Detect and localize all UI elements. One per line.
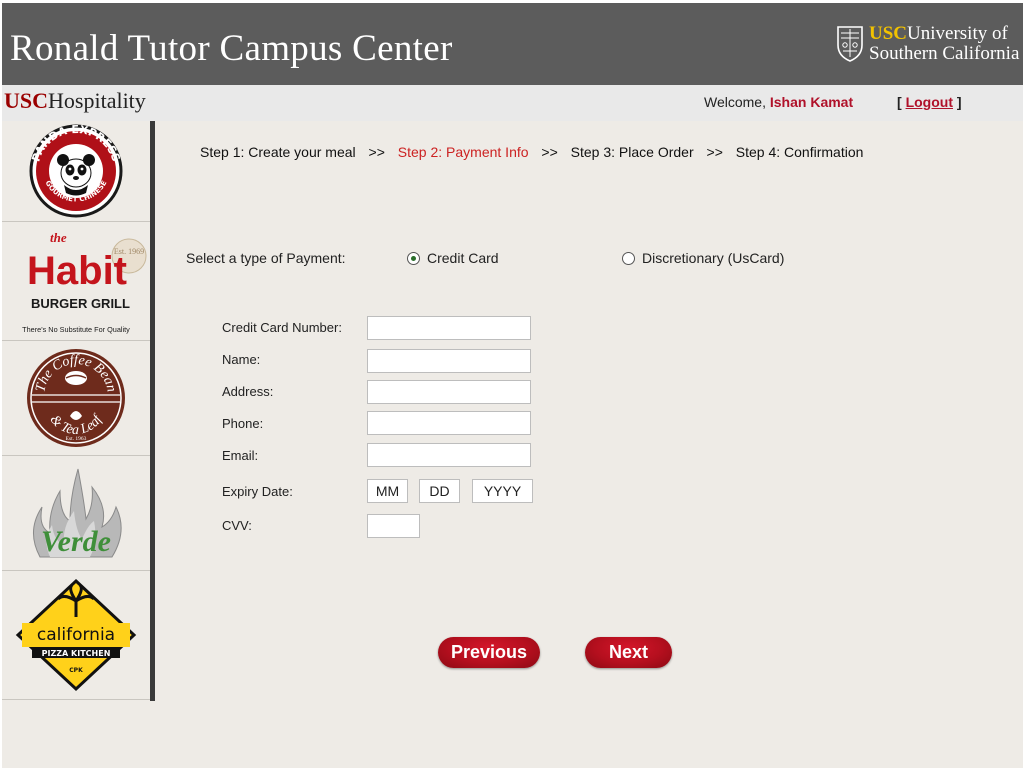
step-1: Step 1: Create your meal	[200, 144, 356, 160]
address-label: Address:	[222, 384, 274, 399]
coffee-bean-logo: The Coffee Bean & Tea Leaf Est. 1963	[27, 349, 125, 447]
address-input[interactable]	[367, 380, 531, 404]
svg-text:the: the	[50, 230, 67, 245]
previous-button[interactable]: Previous	[438, 637, 540, 668]
radio-checked-icon	[407, 251, 420, 265]
page-title: Ronald Tutor Campus Center	[10, 28, 453, 69]
sidebar-item-coffee-bean[interactable]: The Coffee Bean & Tea Leaf Est. 1963	[2, 341, 150, 456]
cpk-logo: california PIZZA KITCHEN CPK	[15, 578, 137, 692]
phone-label: Phone:	[222, 416, 264, 431]
name-label: Name:	[222, 352, 261, 367]
usc-logo: USCUniversity of Southern California	[835, 23, 1019, 67]
name-input[interactable]	[367, 349, 531, 373]
cvv-input[interactable]	[367, 514, 420, 538]
svg-text:There's No Substitute For Qual: There's No Substitute For Quality	[22, 325, 130, 334]
next-button[interactable]: Next	[585, 637, 672, 668]
email-label: Email:	[222, 448, 259, 463]
email-input[interactable]	[367, 443, 531, 467]
app-frame: Ronald Tutor Campus Center USCUniversity…	[2, 3, 1023, 768]
expiry-year-input[interactable]	[472, 479, 533, 503]
svg-text:PIZZA KITCHEN: PIZZA KITCHEN	[42, 649, 111, 658]
panda-express-logo: PANDA EXPRESS GOURMET CHINESE	[29, 123, 123, 218]
svg-text:Habit: Habit	[27, 249, 127, 293]
usc-hospitality-logo: USCHospitality	[4, 88, 146, 113]
payment-type-label: Select a type of Payment:	[186, 250, 346, 266]
svg-text:Est. 1963: Est. 1963	[66, 436, 87, 442]
logout-link[interactable]: Logout	[906, 94, 953, 110]
svg-text:Verde: Verde	[41, 525, 111, 558]
step-4: Step 4: Confirmation	[735, 144, 864, 160]
step-separator: >>	[368, 144, 385, 160]
expiry-date-label: Expiry Date:	[222, 484, 293, 499]
step-separator: >>	[706, 144, 723, 160]
expiry-day-input[interactable]	[419, 479, 460, 503]
header: Ronald Tutor Campus Center USCUniversity…	[2, 3, 1023, 85]
svg-text:BURGER GRILL: BURGER GRILL	[31, 296, 130, 311]
sub-bar: USCHospitality Welcome, Ishan Kamat [ Lo…	[2, 85, 1023, 121]
radio-discretionary[interactable]: Discretionary (UsCard)	[622, 250, 784, 266]
radio-credit-card[interactable]: Credit Card	[407, 250, 499, 266]
usc-seal-icon	[837, 26, 863, 62]
radio-unchecked-icon	[622, 251, 635, 265]
usc-logo-line1: USCUniversity of	[869, 23, 1008, 44]
restaurant-sidebar: PANDA EXPRESS GOURMET CHINESE Est. 1969 …	[2, 121, 155, 701]
usc-logo-line2: Southern California	[869, 43, 1020, 64]
svg-text:CPK: CPK	[69, 667, 83, 674]
logout-wrapper: [ Logout ]	[897, 94, 962, 110]
step-separator: >>	[541, 144, 558, 160]
welcome-message: Welcome, Ishan Kamat	[704, 94, 854, 110]
user-name: Ishan Kamat	[769, 94, 854, 110]
card-number-label: Credit Card Number:	[222, 320, 342, 335]
sidebar-item-verde[interactable]: Verde	[2, 456, 150, 571]
svg-text:california: california	[37, 625, 115, 645]
verde-logo: Verde	[33, 468, 122, 558]
step-2-active: Step 2: Payment Info	[397, 144, 529, 160]
expiry-month-input[interactable]	[367, 479, 408, 503]
step-breadcrumb: Step 1: Create your meal >> Step 2: Paym…	[200, 144, 872, 160]
sidebar-item-cpk[interactable]: california PIZZA KITCHEN CPK	[2, 571, 150, 700]
phone-input[interactable]	[367, 411, 531, 435]
card-number-input[interactable]	[367, 316, 531, 340]
sidebar-item-panda-express[interactable]: PANDA EXPRESS GOURMET CHINESE	[2, 121, 150, 222]
cvv-label: CVV:	[222, 518, 252, 533]
sidebar-item-the-habit[interactable]: Est. 1969 the Habit BURGER GRILL There's…	[2, 222, 150, 341]
step-3: Step 3: Place Order	[570, 144, 694, 160]
the-habit-logo: Est. 1969 the Habit BURGER GRILL There's…	[22, 230, 147, 334]
